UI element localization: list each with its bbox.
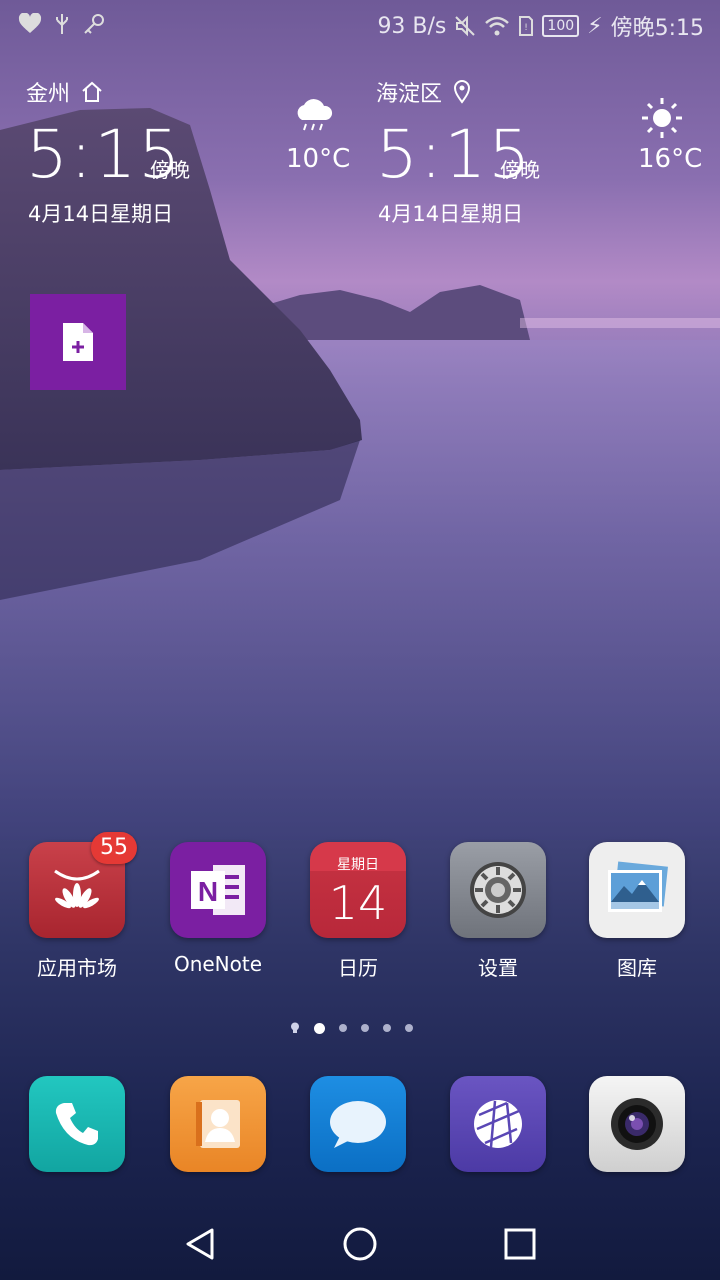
page-indicator[interactable] xyxy=(290,1022,413,1034)
dock-phone[interactable] xyxy=(22,1076,132,1172)
messages-icon xyxy=(310,1076,406,1172)
mute-icon xyxy=(455,15,476,37)
key-icon xyxy=(84,14,104,34)
dock-contacts[interactable] xyxy=(163,1076,273,1172)
app-calendar[interactable]: 星期日 14 日历 xyxy=(303,842,413,981)
clock-date: 4月14日星期日 xyxy=(378,202,524,226)
page-dot[interactable] xyxy=(405,1024,413,1032)
charging-icon: ⚡ xyxy=(587,13,603,39)
app-label: OneNote xyxy=(173,952,263,976)
gallery-icon xyxy=(589,842,685,938)
svg-text:N: N xyxy=(198,876,218,907)
camera-icon xyxy=(589,1076,685,1172)
page-dot-active[interactable] xyxy=(314,1022,325,1034)
network-speed: 93 B/s xyxy=(377,13,447,39)
heart-rate-icon xyxy=(18,13,42,33)
onenote-new-note-widget[interactable] xyxy=(30,294,126,390)
dock-camera[interactable] xyxy=(582,1076,692,1172)
dock-messages[interactable] xyxy=(303,1076,413,1172)
page-dot[interactable] xyxy=(339,1024,347,1032)
app-settings[interactable]: 设置 xyxy=(443,842,553,981)
location-pin-icon xyxy=(454,80,471,104)
status-bar: 93 B/s ! 100 ⚡ 傍晚5:15 xyxy=(0,0,720,50)
home-icon xyxy=(82,81,102,102)
dock xyxy=(0,1076,720,1176)
clock-date: 4月14日星期日 xyxy=(28,202,174,226)
usb-icon xyxy=(56,14,68,34)
huawei-appgallery-icon: 55 xyxy=(29,832,137,938)
temperature: 10°C xyxy=(286,144,351,174)
app-label: 图库 xyxy=(617,956,657,980)
calendar-day: 14 xyxy=(328,876,388,930)
settings-gear-icon xyxy=(450,842,546,938)
app-label: 应用市场 xyxy=(37,956,117,980)
app-label: 设置 xyxy=(478,956,518,980)
app-onenote[interactable]: N OneNote xyxy=(163,842,273,976)
app-label: 日历 xyxy=(338,956,378,980)
city-name: 金州 xyxy=(26,82,71,107)
calendar-icon: 星期日 14 xyxy=(310,842,406,938)
temperature: 16°C xyxy=(638,144,703,174)
clock-ampm: 傍晚 xyxy=(500,158,540,182)
sun-icon xyxy=(642,98,682,138)
phone-icon xyxy=(29,1076,125,1172)
wifi-icon xyxy=(485,16,510,36)
browser-icon xyxy=(450,1076,546,1172)
city-name: 海淀区 xyxy=(376,82,443,107)
home-button-icon[interactable] xyxy=(340,1224,380,1264)
app-appgallery[interactable]: 55 应用市场 xyxy=(22,832,137,981)
contacts-icon xyxy=(170,1076,266,1172)
onenote-icon: N xyxy=(170,842,266,938)
dock-browser[interactable] xyxy=(443,1076,553,1172)
page-dot[interactable] xyxy=(361,1024,369,1032)
weather-clock-widget-right[interactable]: 海淀区 5:15 傍晚 4月14日星期日 16°C xyxy=(376,76,706,246)
hint-lightbulb-icon xyxy=(291,1022,299,1033)
cloud-rain-icon xyxy=(297,99,333,131)
calendar-weekday: 星期日 xyxy=(337,857,379,873)
navigation-bar xyxy=(0,1200,720,1280)
clock-ampm: 傍晚 xyxy=(150,158,190,182)
sim-icon: ! xyxy=(519,16,534,36)
battery-icon: 100 xyxy=(542,15,580,37)
notification-badge: 55 xyxy=(91,832,137,864)
weather-clock-widget-left[interactable]: 金州 5:15 傍晚 4月14日星期日 10°C xyxy=(26,76,356,246)
home-app-row: 55 应用市场 N OneNote 星期日 14 日历 设置 图库 xyxy=(0,832,720,992)
back-icon[interactable] xyxy=(180,1224,220,1264)
recents-icon[interactable] xyxy=(500,1224,540,1264)
new-document-icon xyxy=(63,323,93,361)
page-dot[interactable] xyxy=(383,1024,391,1032)
app-gallery[interactable]: 图库 xyxy=(582,842,692,981)
status-time: 傍晚5:15 xyxy=(610,16,704,41)
svg-text:!: ! xyxy=(525,23,529,33)
